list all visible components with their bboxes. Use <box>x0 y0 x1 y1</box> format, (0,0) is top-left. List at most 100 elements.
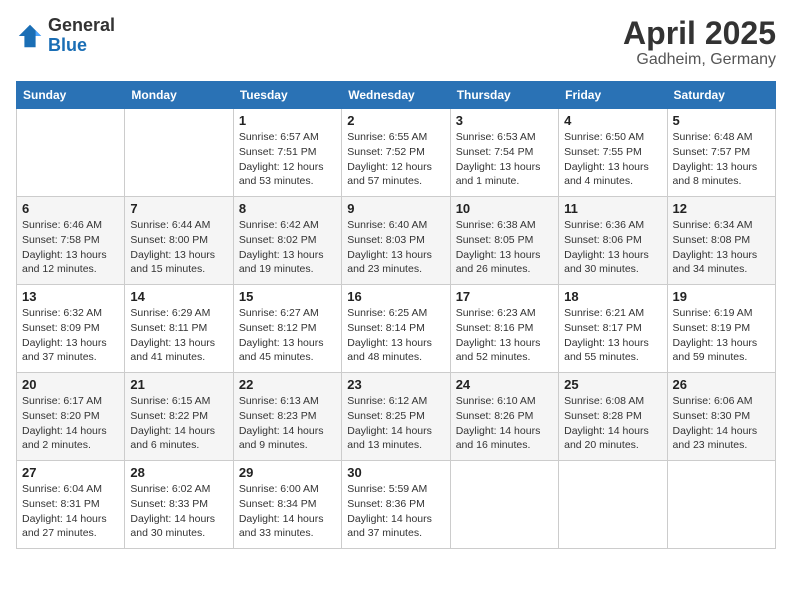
calendar-day-cell: 2Sunrise: 6:55 AM Sunset: 7:52 PM Daylig… <box>342 109 450 197</box>
day-number: 23 <box>347 377 444 392</box>
day-number: 25 <box>564 377 661 392</box>
day-info: Sunrise: 6:48 AM Sunset: 7:57 PM Dayligh… <box>673 130 770 189</box>
day-number: 18 <box>564 289 661 304</box>
column-header-wednesday: Wednesday <box>342 82 450 109</box>
day-number: 3 <box>456 113 553 128</box>
calendar-day-cell: 25 Sunrise: 6:08 AM Sunset: 8:28 PM Dayli… <box>559 373 667 461</box>
day-number: 24 <box>456 377 553 392</box>
day-number: 10 <box>456 201 553 216</box>
column-header-tuesday: Tuesday <box>233 82 341 109</box>
calendar-day-cell: 30 Sunrise: 5:59 AM Sunset: 8:36 PM Dayli… <box>342 461 450 549</box>
day-number: 19 <box>673 289 770 304</box>
day-info: Sunrise: 6:29 AM Sunset: 8:11 PM Dayligh… <box>130 306 227 365</box>
calendar-week-row: 20 Sunrise: 6:17 AM Sunset: 8:20 PM Dayli… <box>17 373 776 461</box>
day-number: 12 <box>673 201 770 216</box>
day-number: 13 <box>22 289 119 304</box>
empty-cell <box>559 461 667 549</box>
day-number: 6 <box>22 201 119 216</box>
column-header-sunday: Sunday <box>17 82 125 109</box>
day-info: Sunrise: 6:10 AM Sunset: 8:26 PM Dayligh… <box>456 394 553 453</box>
day-info: Sunrise: 6:21 AM Sunset: 8:17 PM Dayligh… <box>564 306 661 365</box>
day-number: 4 <box>564 113 661 128</box>
calendar-header-row: SundayMondayTuesdayWednesdayThursdayFrid… <box>17 82 776 109</box>
day-info: Sunrise: 6:40 AM Sunset: 8:03 PM Dayligh… <box>347 218 444 277</box>
day-number: 1 <box>239 113 336 128</box>
day-info: Sunrise: 6:23 AM Sunset: 8:16 PM Dayligh… <box>456 306 553 365</box>
calendar-day-cell: 12 Sunrise: 6:34 AM Sunset: 8:08 PM Dayli… <box>667 197 775 285</box>
day-info: Sunrise: 6:15 AM Sunset: 8:22 PM Dayligh… <box>130 394 227 453</box>
empty-cell <box>125 109 233 197</box>
calendar-day-cell: 20 Sunrise: 6:17 AM Sunset: 8:20 PM Dayli… <box>17 373 125 461</box>
day-number: 21 <box>130 377 227 392</box>
day-info: Sunrise: 6:13 AM Sunset: 8:23 PM Dayligh… <box>239 394 336 453</box>
day-number: 17 <box>456 289 553 304</box>
calendar-day-cell: 7Sunrise: 6:44 AM Sunset: 8:00 PM Daylig… <box>125 197 233 285</box>
day-number: 22 <box>239 377 336 392</box>
day-number: 14 <box>130 289 227 304</box>
calendar-day-cell: 15 Sunrise: 6:27 AM Sunset: 8:12 PM Dayli… <box>233 285 341 373</box>
logo-icon <box>16 22 44 50</box>
day-number: 5 <box>673 113 770 128</box>
calendar-day-cell: 1 Sunrise: 6:57 AM Sunset: 7:51 PM Daylig… <box>233 109 341 197</box>
day-info: Sunrise: 6:57 AM Sunset: 7:51 PM Dayligh… <box>239 130 336 189</box>
day-number: 20 <box>22 377 119 392</box>
calendar-day-cell: 9 Sunrise: 6:40 AM Sunset: 8:03 PM Daylig… <box>342 197 450 285</box>
title-area: April 2025 Gadheim, Germany <box>623 16 776 69</box>
calendar-day-cell: 19 Sunrise: 6:19 AM Sunset: 8:19 PM Dayli… <box>667 285 775 373</box>
location-title: Gadheim, Germany <box>623 51 776 69</box>
day-info: Sunrise: 6:08 AM Sunset: 8:28 PM Dayligh… <box>564 394 661 453</box>
day-number: 29 <box>239 465 336 480</box>
day-info: Sunrise: 6:44 AM Sunset: 8:00 PM Dayligh… <box>130 218 227 277</box>
calendar-day-cell: 23 Sunrise: 6:12 AM Sunset: 8:25 PM Dayli… <box>342 373 450 461</box>
calendar-day-cell: 4 Sunrise: 6:50 AM Sunset: 7:55 PM Daylig… <box>559 109 667 197</box>
calendar-day-cell: 27 Sunrise: 6:04 AM Sunset: 8:31 PM Dayli… <box>17 461 125 549</box>
column-header-saturday: Saturday <box>667 82 775 109</box>
calendar-day-cell: 13Sunrise: 6:32 AM Sunset: 8:09 PM Dayli… <box>17 285 125 373</box>
day-info: Sunrise: 6:36 AM Sunset: 8:06 PM Dayligh… <box>564 218 661 277</box>
day-info: Sunrise: 6:25 AM Sunset: 8:14 PM Dayligh… <box>347 306 444 365</box>
day-info: Sunrise: 6:19 AM Sunset: 8:19 PM Dayligh… <box>673 306 770 365</box>
column-header-thursday: Thursday <box>450 82 558 109</box>
day-info: Sunrise: 6:02 AM Sunset: 8:33 PM Dayligh… <box>130 482 227 541</box>
calendar-day-cell: 16 Sunrise: 6:25 AM Sunset: 8:14 PM Dayli… <box>342 285 450 373</box>
day-info: Sunrise: 6:46 AM Sunset: 7:58 PM Dayligh… <box>22 218 119 277</box>
calendar-day-cell: 3 Sunrise: 6:53 AM Sunset: 7:54 PM Daylig… <box>450 109 558 197</box>
day-info: Sunrise: 6:34 AM Sunset: 8:08 PM Dayligh… <box>673 218 770 277</box>
day-info: Sunrise: 6:06 AM Sunset: 8:30 PM Dayligh… <box>673 394 770 453</box>
day-info: Sunrise: 6:27 AM Sunset: 8:12 PM Dayligh… <box>239 306 336 365</box>
day-number: 16 <box>347 289 444 304</box>
day-info: Sunrise: 6:50 AM Sunset: 7:55 PM Dayligh… <box>564 130 661 189</box>
month-title: April 2025 <box>623 16 776 51</box>
logo-text: General Blue <box>48 16 115 56</box>
page-header: General Blue April 2025 Gadheim, Germany <box>16 16 776 69</box>
day-info: Sunrise: 6:38 AM Sunset: 8:05 PM Dayligh… <box>456 218 553 277</box>
calendar-day-cell: 22 Sunrise: 6:13 AM Sunset: 8:23 PM Dayli… <box>233 373 341 461</box>
day-number: 28 <box>130 465 227 480</box>
empty-cell <box>667 461 775 549</box>
calendar-week-row: 6 Sunrise: 6:46 AM Sunset: 7:58 PM Daylig… <box>17 197 776 285</box>
calendar-week-row: 13Sunrise: 6:32 AM Sunset: 8:09 PM Dayli… <box>17 285 776 373</box>
calendar-week-row: 27 Sunrise: 6:04 AM Sunset: 8:31 PM Dayli… <box>17 461 776 549</box>
day-number: 26 <box>673 377 770 392</box>
day-info: Sunrise: 6:04 AM Sunset: 8:31 PM Dayligh… <box>22 482 119 541</box>
calendar-day-cell: 18 Sunrise: 6:21 AM Sunset: 8:17 PM Dayli… <box>559 285 667 373</box>
day-info: Sunrise: 6:53 AM Sunset: 7:54 PM Dayligh… <box>456 130 553 189</box>
calendar-day-cell: 11Sunrise: 6:36 AM Sunset: 8:06 PM Dayli… <box>559 197 667 285</box>
day-number: 8 <box>239 201 336 216</box>
day-number: 27 <box>22 465 119 480</box>
calendar-day-cell: 28 Sunrise: 6:02 AM Sunset: 8:33 PM Dayli… <box>125 461 233 549</box>
calendar-day-cell: 26 Sunrise: 6:06 AM Sunset: 8:30 PM Dayli… <box>667 373 775 461</box>
day-info: Sunrise: 6:55 AM Sunset: 7:52 PM Dayligh… <box>347 130 444 189</box>
day-number: 9 <box>347 201 444 216</box>
day-number: 15 <box>239 289 336 304</box>
calendar-day-cell: 14 Sunrise: 6:29 AM Sunset: 8:11 PM Dayli… <box>125 285 233 373</box>
day-info: Sunrise: 5:59 AM Sunset: 8:36 PM Dayligh… <box>347 482 444 541</box>
calendar-day-cell: 17 Sunrise: 6:23 AM Sunset: 8:16 PM Dayli… <box>450 285 558 373</box>
column-header-friday: Friday <box>559 82 667 109</box>
empty-cell <box>17 109 125 197</box>
day-number: 30 <box>347 465 444 480</box>
calendar-table: SundayMondayTuesdayWednesdayThursdayFrid… <box>16 81 776 549</box>
calendar-day-cell: 10 Sunrise: 6:38 AM Sunset: 8:05 PM Dayli… <box>450 197 558 285</box>
day-info: Sunrise: 6:12 AM Sunset: 8:25 PM Dayligh… <box>347 394 444 453</box>
day-info: Sunrise: 6:17 AM Sunset: 8:20 PM Dayligh… <box>22 394 119 453</box>
